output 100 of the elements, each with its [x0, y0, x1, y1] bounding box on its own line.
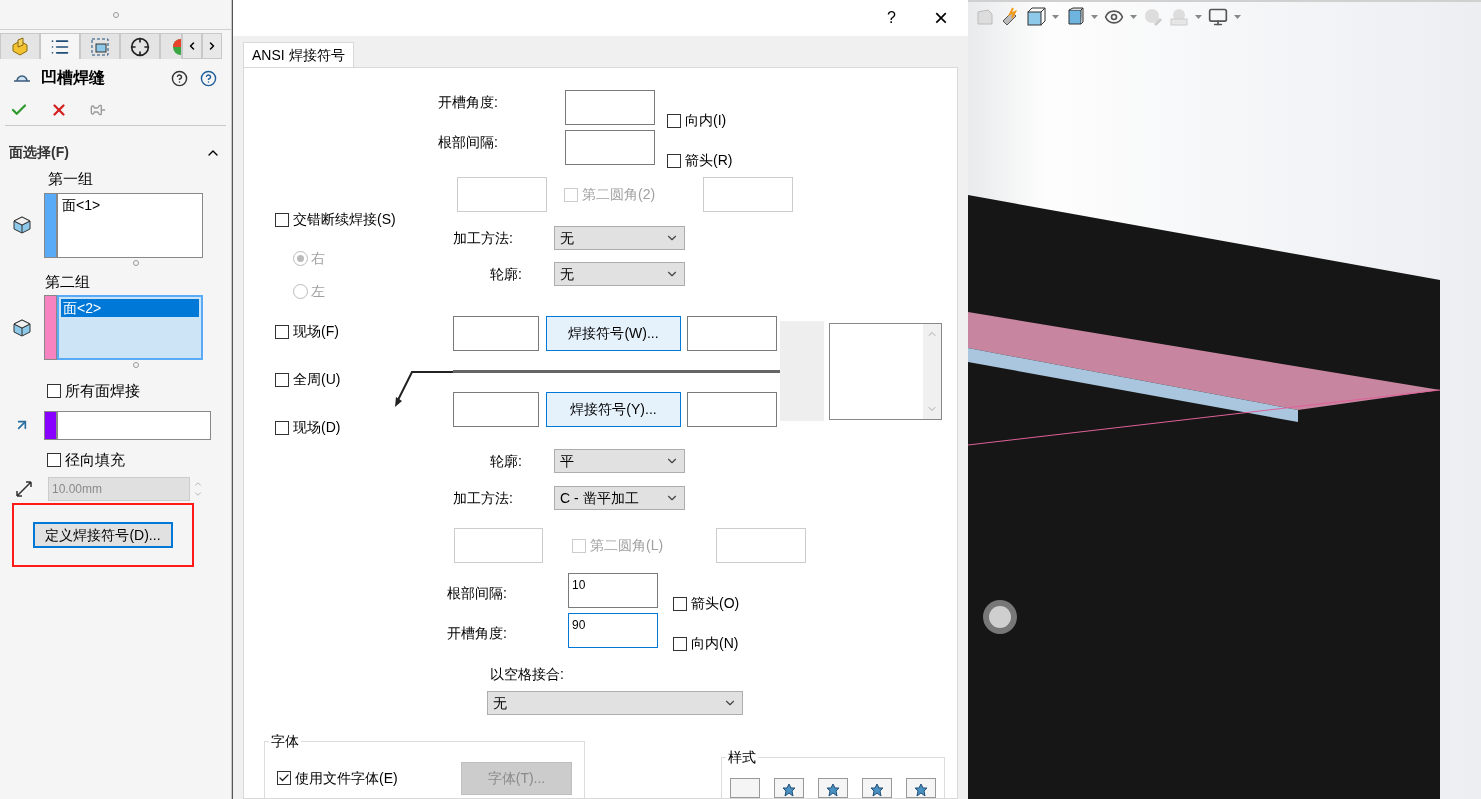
panel-title: 凹槽焊缝	[41, 68, 105, 88]
caret-icon[interactable]	[1091, 15, 1098, 19]
checkbox-label: 径向填充	[65, 449, 125, 470]
cancel-icon[interactable]	[50, 101, 68, 119]
checkbox-label: 使用文件字体(E)	[295, 768, 398, 788]
caret-icon[interactable]	[1195, 15, 1202, 19]
group-label: 第一组	[48, 169, 94, 189]
field-label: 加工方法:	[453, 488, 514, 508]
eye-icon[interactable]	[1104, 7, 1124, 27]
field-label: 轮廓:	[490, 264, 523, 284]
caret-icon[interactable]	[1234, 15, 1241, 19]
checkbox-label: 现场(F)	[293, 322, 339, 341]
text-field[interactable]: 90	[568, 613, 658, 648]
text-field[interactable]	[453, 392, 539, 427]
checkbox-label: 第二圆角(2)	[582, 185, 656, 204]
checkbox-label: 箭头(R)	[685, 151, 733, 170]
thickness-icon	[15, 480, 33, 498]
checkbox-label: 交错断续焊接(S)	[293, 210, 396, 229]
checkbox[interactable]	[47, 384, 61, 399]
radio-label: 右	[311, 249, 325, 268]
checkbox-label: 箭头(O)	[691, 594, 740, 613]
leader-line	[394, 370, 453, 408]
pin-icon[interactable]	[90, 102, 106, 118]
checkbox[interactable]	[275, 324, 289, 339]
help-icon[interactable]	[171, 69, 188, 87]
section-view-icon[interactable]	[1026, 7, 1046, 27]
dialog-tab[interactable]: ANSI 焊接符号	[243, 42, 354, 67]
weld-symbol-button[interactable]: 焊接符号(W)...	[546, 316, 681, 351]
style-icon[interactable]	[730, 778, 760, 798]
scroll-left-button[interactable]	[182, 33, 202, 59]
radio-label: 左	[311, 282, 325, 301]
checkbox-label: 全周(U)	[293, 370, 341, 389]
field-label: 开槽角度:	[447, 624, 508, 643]
field-label: 加工方法:	[453, 228, 514, 248]
define-weld-symbol-button[interactable]: 定义焊接符号(D)...	[33, 522, 173, 548]
panel-tab[interactable]	[40, 33, 80, 59]
text-field[interactable]	[687, 392, 777, 427]
text-field[interactable]	[716, 528, 806, 563]
dropdown[interactable]: C - 凿平加工	[554, 486, 685, 510]
text-field[interactable]	[565, 130, 655, 165]
checkbox[interactable]	[275, 372, 289, 387]
checkbox-label: 所有面焊接	[65, 381, 140, 401]
section-title: 面选择(F)	[9, 143, 69, 162]
text-field[interactable]	[687, 316, 777, 351]
checkbox[interactable]	[47, 452, 61, 467]
checkbox[interactable]	[277, 771, 291, 785]
text-field[interactable]	[454, 528, 543, 563]
dropdown[interactable]: 无	[554, 262, 685, 286]
help-button[interactable]: ?	[887, 6, 896, 30]
star-style-icon[interactable]	[774, 778, 804, 798]
field-label: 根部间隔:	[447, 584, 508, 603]
list-box[interactable]	[829, 323, 942, 420]
weld-symbol-button[interactable]: 焊接符号(Y)...	[546, 392, 681, 427]
checkbox-label: 向内(I)	[685, 111, 727, 130]
monitor-icon[interactable]	[1208, 7, 1228, 27]
panel-tab[interactable]	[120, 33, 160, 59]
scroll-right-button[interactable]	[202, 33, 222, 59]
caret-icon[interactable]	[1130, 15, 1137, 19]
star-style-icon[interactable]	[818, 778, 848, 798]
text-field[interactable]	[565, 90, 655, 125]
dropdown[interactable]: 无	[554, 226, 685, 250]
text-field[interactable]	[457, 177, 547, 212]
groove-weld-icon	[13, 73, 31, 83]
text-field[interactable]: 10	[568, 573, 658, 608]
selection-list[interactable]: 面<1>	[57, 192, 203, 258]
checkbox[interactable]	[275, 212, 289, 227]
caret-icon[interactable]	[1052, 15, 1059, 19]
checkbox[interactable]	[673, 636, 687, 651]
checkbox[interactable]	[673, 596, 687, 611]
star-style-icon[interactable]	[862, 778, 892, 798]
checkbox[interactable]	[667, 113, 681, 128]
cube-icon	[13, 216, 31, 234]
checkbox-label: 现场(D)	[293, 418, 341, 437]
selection-color-bar	[44, 410, 57, 440]
cube-view-icon[interactable]	[1065, 7, 1085, 27]
text-field[interactable]	[453, 316, 539, 351]
help-icon[interactable]	[200, 69, 217, 87]
checkbox[interactable]	[667, 153, 681, 168]
frame-icon	[90, 36, 110, 57]
field-label: 以空格接合:	[490, 665, 565, 684]
field-label: 开槽角度:	[438, 93, 499, 112]
checkbox[interactable]	[275, 420, 289, 435]
checkbox-label: 第二圆角(L)	[590, 536, 664, 555]
group-label: 第二组	[45, 271, 91, 292]
selection-field[interactable]	[57, 410, 211, 440]
star-style-icon[interactable]	[906, 778, 936, 798]
dropdown[interactable]: 平	[554, 449, 685, 473]
list-item[interactable]: 面<1>	[60, 195, 200, 214]
flashlight-icon[interactable]	[1000, 7, 1020, 27]
cube-icon	[13, 318, 31, 337]
close-button[interactable]: ×	[934, 0, 948, 36]
dropdown[interactable]: 无	[487, 691, 743, 715]
field-label: 根部间隔:	[438, 133, 499, 152]
text-field[interactable]	[703, 177, 793, 212]
selection-list[interactable]: 面<2>	[57, 295, 203, 360]
list-item[interactable]: 面<2>	[61, 299, 199, 317]
checkbox-label: 向内(N)	[691, 634, 739, 653]
group-title: 字体	[270, 732, 300, 751]
field-label: 轮廓:	[490, 451, 523, 471]
crosshair-icon	[130, 36, 150, 57]
